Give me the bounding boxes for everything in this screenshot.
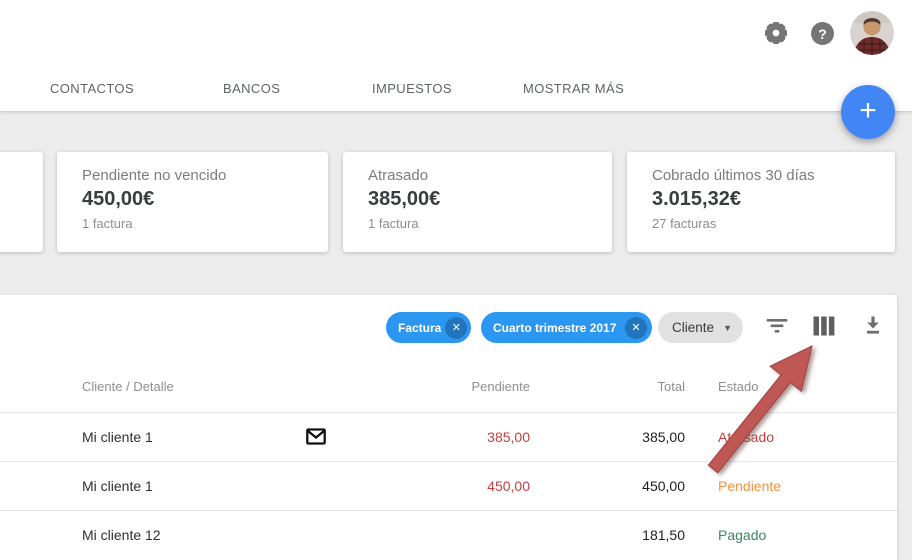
client-name: Mi cliente 12 (82, 527, 161, 543)
card-title: Cobrado últimos 30 días (652, 167, 895, 184)
plus-icon: + (859, 96, 877, 126)
table-header: Cliente / Detalle Pendiente Total Estado (0, 355, 897, 412)
help-icon: ? (818, 26, 827, 42)
pendiente-amount: 385,00 (420, 429, 530, 445)
card-subtitle: 1 factura (82, 216, 328, 231)
total-amount: 385,00 (575, 429, 685, 445)
settings-button[interactable] (761, 17, 791, 47)
status-badge: Atrasado (718, 429, 774, 445)
nav-item-bancos[interactable]: BANCOS (223, 81, 280, 96)
dropdown-label: Cliente (672, 320, 714, 335)
status-badge: Pendiente (718, 478, 781, 494)
user-avatar[interactable] (850, 11, 894, 55)
nav-item-contactos[interactable]: CONTACTOS (50, 81, 134, 96)
chip-label: Factura (398, 321, 441, 335)
header-total: Total (575, 379, 685, 394)
summary-card-pendiente[interactable]: Pendiente no vencido 450,00€ 1 factura (57, 152, 328, 252)
filter-chip-trimestre[interactable]: Cuarto trimestre 2017 ✕ (481, 312, 652, 343)
help-button[interactable]: ? (811, 22, 834, 45)
header-estado: Estado (718, 379, 758, 394)
nav-item-mostrar-mas[interactable]: MOSTRAR MÁS (523, 81, 624, 96)
client-name: Mi cliente 1 (82, 429, 153, 445)
summary-card-partial[interactable] (0, 152, 43, 252)
table-row[interactable]: Mi cliente 1 450,00 450,00 Pendiente (0, 461, 897, 510)
total-amount: 181,50 (575, 527, 685, 543)
cliente-dropdown[interactable]: Cliente ▼ (658, 312, 743, 343)
card-subtitle: 27 facturas (652, 216, 895, 231)
close-icon[interactable]: ✕ (445, 317, 467, 339)
download-icon[interactable] (861, 314, 885, 338)
invoices-panel: Factura ✕ Cuarto trimestre 2017 ✕ Client… (0, 295, 897, 560)
add-button[interactable]: + (841, 85, 895, 139)
status-badge: Pagado (718, 527, 766, 543)
card-value: 3.015,32€ (652, 188, 895, 211)
summary-card-atrasado[interactable]: Atrasado 385,00€ 1 factura (343, 152, 612, 252)
columns-icon[interactable] (812, 314, 836, 338)
nav-item-impuestos[interactable]: IMPUESTOS (372, 81, 452, 96)
table-row[interactable]: Mi cliente 1 385,00 385,00 Atrasado (0, 412, 897, 461)
header-cliente-detalle: Cliente / Detalle (82, 379, 174, 394)
card-title: Pendiente no vencido (82, 167, 328, 184)
chevron-down-icon: ▼ (723, 323, 732, 333)
filter-chip-factura[interactable]: Factura ✕ (386, 312, 471, 343)
card-value: 385,00€ (368, 188, 612, 211)
table-row[interactable]: Mi cliente 12 181,50 Pagado (0, 510, 897, 560)
gear-icon (761, 34, 791, 51)
card-value: 450,00€ (82, 188, 328, 211)
header-pendiente: Pendiente (420, 379, 530, 394)
card-subtitle: 1 factura (368, 216, 612, 231)
card-title: Atrasado (368, 167, 612, 184)
chip-label: Cuarto trimestre 2017 (493, 321, 616, 335)
close-icon[interactable]: ✕ (625, 317, 647, 339)
client-name: Mi cliente 1 (82, 478, 153, 494)
pendiente-amount: 450,00 (420, 478, 530, 494)
filter-icon[interactable] (765, 314, 789, 338)
email-icon[interactable] (306, 428, 326, 445)
summary-card-cobrado[interactable]: Cobrado últimos 30 días 3.015,32€ 27 fac… (627, 152, 895, 252)
total-amount: 450,00 (575, 478, 685, 494)
top-app-bar: ? CONTACTOS BANCOS IMPUESTOS MOSTRAR MÁS (0, 0, 912, 112)
avatar-photo (850, 11, 894, 55)
